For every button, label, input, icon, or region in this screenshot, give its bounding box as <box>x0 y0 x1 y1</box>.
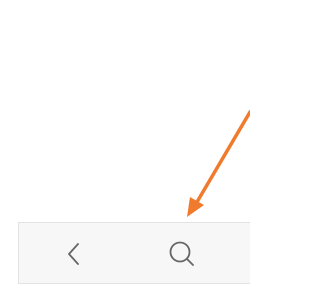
chevron-left-icon <box>68 243 79 265</box>
bottom-toolbar <box>18 222 250 284</box>
search-button[interactable] <box>165 237 199 271</box>
search-icon <box>169 241 194 266</box>
back-button[interactable] <box>57 237 91 271</box>
screen <box>0 0 250 284</box>
blank-content-area <box>0 0 250 222</box>
